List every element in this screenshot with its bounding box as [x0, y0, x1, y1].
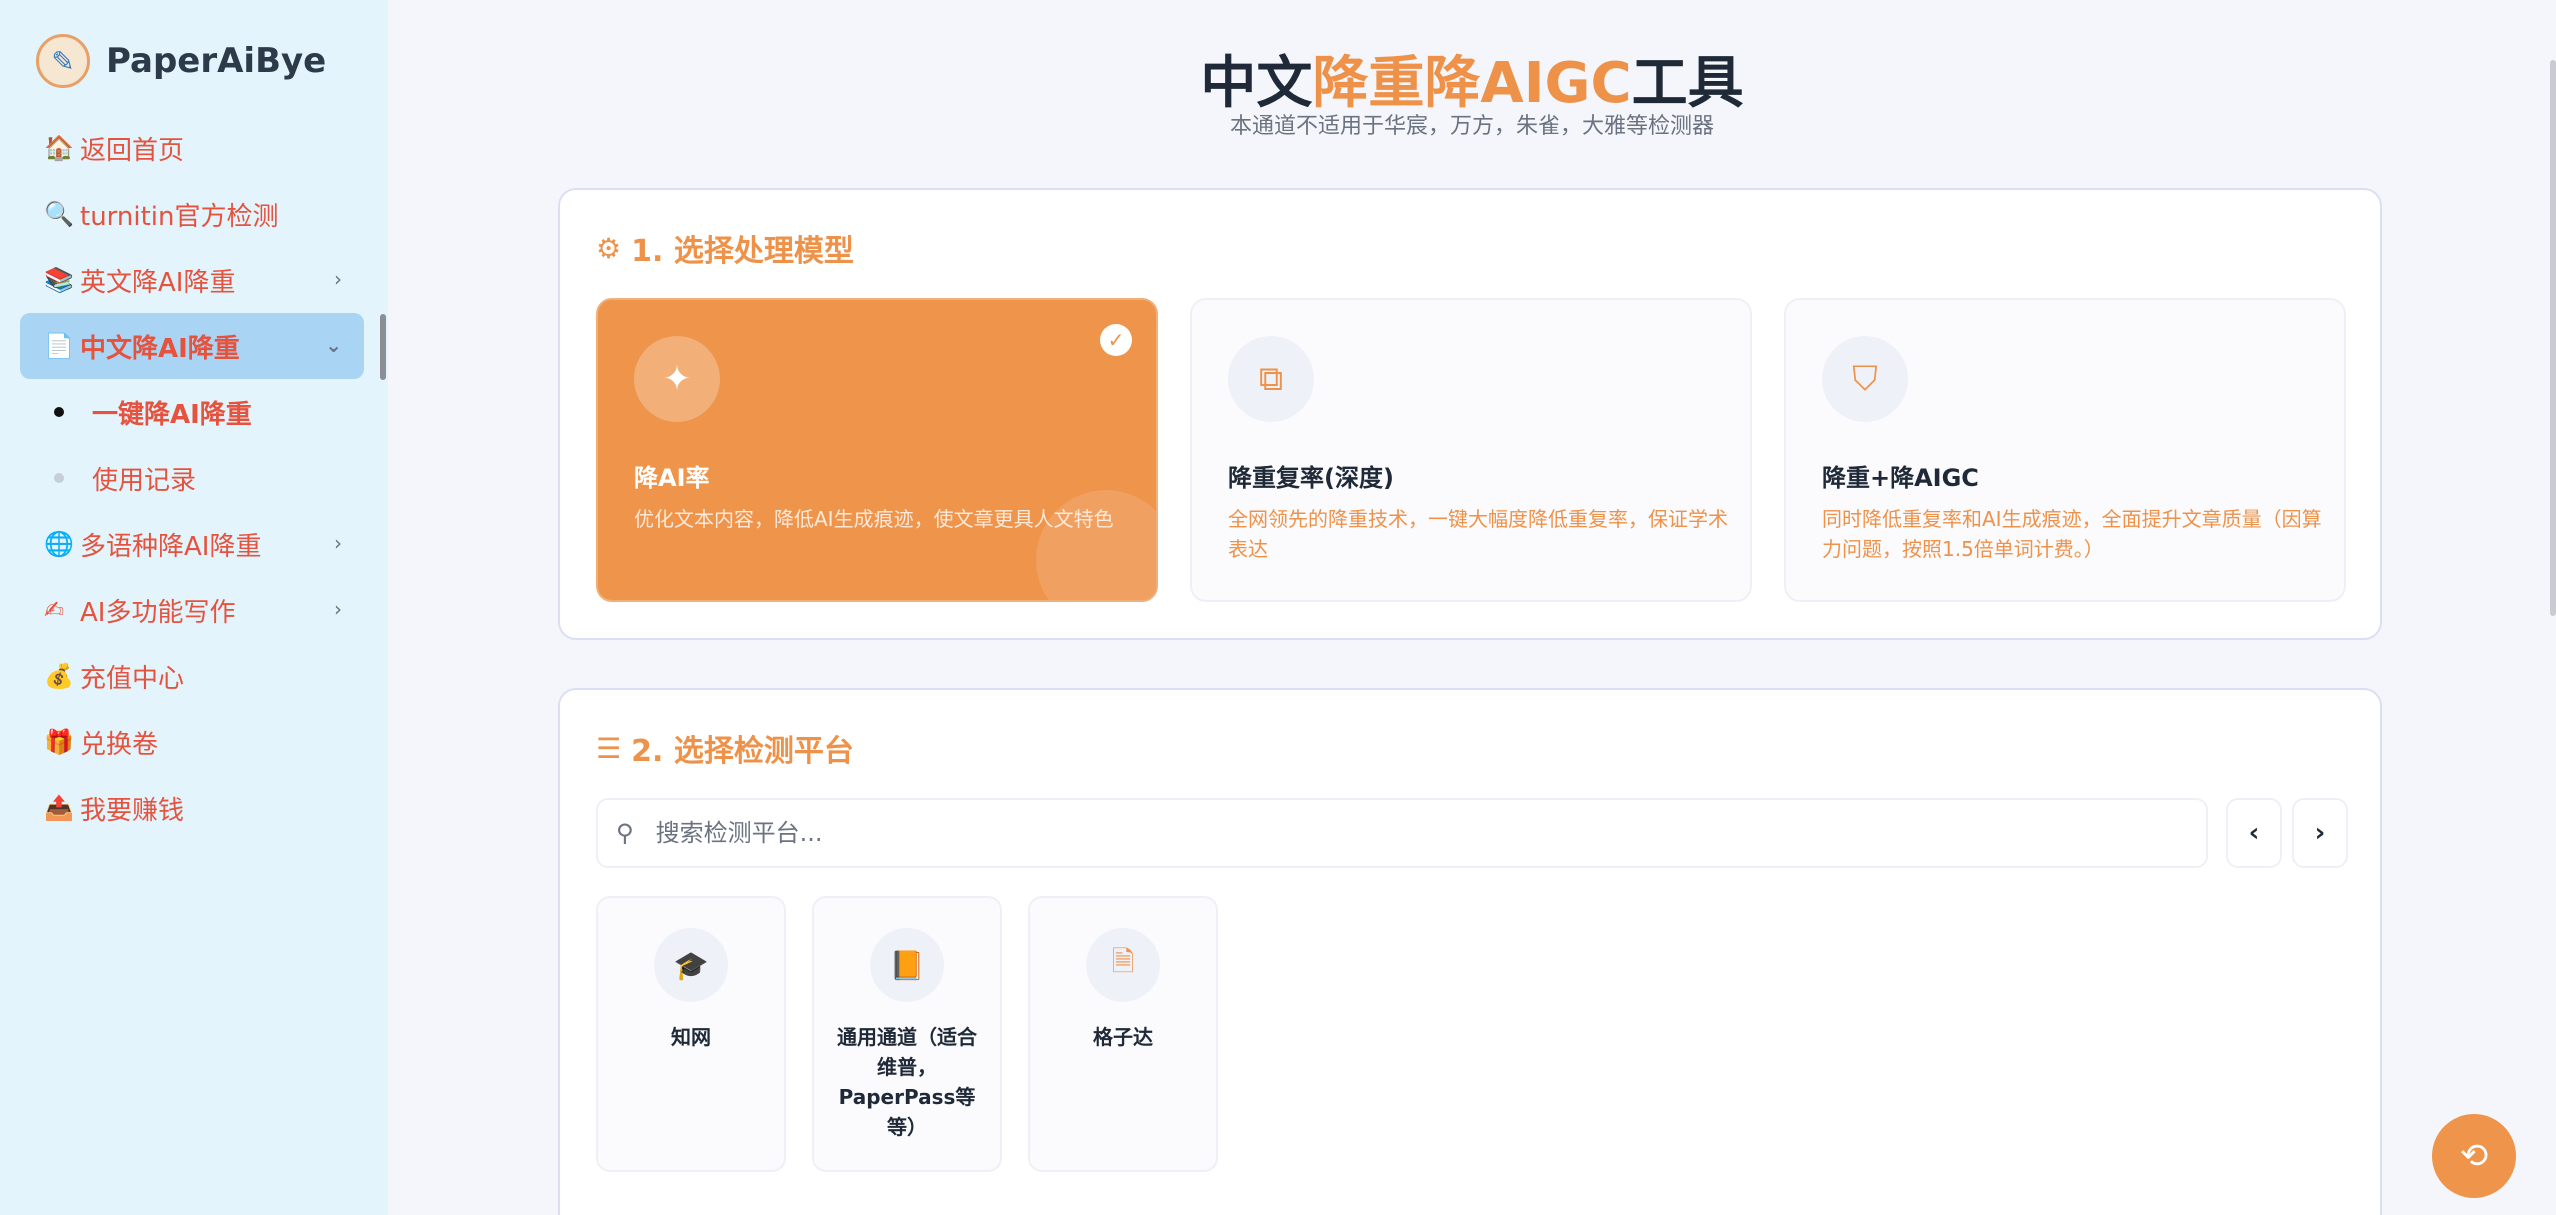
model-desc: 同时降低重复率和AI生成痕迹，全面提升文章质量（因算力问题，按照1.5倍单词计费… [1822, 507, 2322, 561]
chevron-right-icon: › [334, 531, 342, 555]
sidebar-item-ai-writing[interactable]: ✍ AI多功能写作 › [20, 577, 364, 643]
check-icon: ✓ [1100, 324, 1132, 356]
globe-icon: 🌐 [44, 530, 74, 558]
sidebar-item-label: 英文降AI降重 [80, 267, 236, 298]
bullet-icon [54, 473, 64, 483]
sidebar-item-voucher[interactable]: 🎁 兑换卷 [20, 709, 364, 775]
sidebar-item-recharge[interactable]: 💰 充值中心 [20, 643, 364, 709]
model-name: 降重复率(深度) [1228, 464, 1394, 492]
sidebar-item-english[interactable]: 📚 英文降AI降重 › [20, 247, 364, 313]
sidebar-item-chinese[interactable]: 📄 中文降AI降重 ⌄ [20, 313, 364, 379]
model-desc: 优化文本内容，降低AI生成痕迹，使文章更具人文特色 [634, 507, 1114, 531]
section-title: ☰ 2. 选择检测平台 [596, 726, 854, 770]
sidebar-item-multilang[interactable]: 🌐 多语种降AI降重 › [20, 511, 364, 577]
book-icon: 📙 [870, 928, 944, 1002]
next-button[interactable]: › [2292, 798, 2348, 868]
section-title-label: 1. 选择处理模型 [631, 234, 854, 269]
chevron-down-icon: ⌄ [325, 333, 342, 357]
platform-search[interactable]: ⚲ [596, 798, 2208, 868]
sidebar-item-label: 多语种降AI降重 [80, 531, 262, 562]
main-scrollbar[interactable] [2550, 60, 2556, 616]
sidebar-item-turnitin[interactable]: 🔍 turnitin官方检测 [20, 181, 364, 247]
shield-icon: ⛉ [1822, 336, 1908, 422]
sidebar: ✎ PaperAiBye 🏠 返回首页 🔍 turnitin官方检测 📚 英文降… [0, 0, 388, 1215]
page-subtitle: 本通道不适用于华宸，万方，朱雀，大雅等检测器 [1229, 114, 1714, 139]
platform-card-gezida[interactable]: 🗎 格子达 [1028, 896, 1218, 1172]
sidebar-subitem-one-click[interactable]: 一键降AI降重 [20, 379, 364, 445]
chevron-left-icon: ‹ [2248, 818, 2260, 848]
money-bag-icon: 💰 [44, 662, 74, 690]
model-name: 降重+降AIGC [1822, 464, 1979, 492]
sidebar-subitem-label: 一键降AI降重 [92, 399, 252, 430]
chevron-right-icon: › [334, 267, 342, 291]
model-section: ⚙ 1. 选择处理模型 ✦ ✓ 降AI率 优化文本内容，降低AI生成痕迹，使文章… [558, 188, 2382, 640]
gears-icon: ⚙ [596, 231, 622, 265]
sidebar-item-label: 返回首页 [80, 135, 185, 166]
sidebar-nav: 🏠 返回首页 🔍 turnitin官方检测 📚 英文降AI降重 › 📄 中文降A… [20, 115, 364, 841]
sidebar-item-label: turnitin官方检测 [80, 201, 279, 232]
model-desc: 全网领先的降重技术，一键大幅度降低重复率，保证学术表达 [1228, 507, 1728, 561]
sidebar-scrollbar[interactable] [380, 314, 386, 380]
history-icon: ⟲ [2459, 1136, 2489, 1176]
graduation-cap-icon: 🎓 [654, 928, 728, 1002]
section-title: ⚙ 1. 选择处理模型 [596, 226, 854, 270]
platform-card-cnki[interactable]: 🎓 知网 [596, 896, 786, 1172]
platform-name: 格子达 [1093, 1025, 1153, 1049]
model-card-reduce-both[interactable]: ⛉ 降重+降AIGC 同时降低重复率和AI生成痕迹，全面提升文章质量（因算力问题… [1784, 298, 2346, 602]
sidebar-item-label: AI多功能写作 [80, 597, 236, 628]
platform-card-general[interactable]: 📙 通用通道（适合维普，PaperPass等等） [812, 896, 1002, 1172]
sidebar-subitem-label: 使用记录 [92, 465, 197, 496]
chevron-right-icon: › [334, 597, 342, 621]
sidebar-item-earn[interactable]: 📤 我要赚钱 [20, 775, 364, 841]
model-card-reduce-ai[interactable]: ✦ ✓ 降AI率 优化文本内容，降低AI生成痕迹，使文章更具人文特色 [596, 298, 1158, 602]
house-icon: 🏠 [44, 134, 74, 162]
magnifier-icon: 🔍 [44, 200, 74, 228]
title-prefix: 中文 [1200, 51, 1313, 116]
sidebar-item-label: 充值中心 [80, 663, 185, 694]
model-card-reduce-dup[interactable]: ⧉ 降重复率(深度) 全网领先的降重技术，一键大幅度降低重复率，保证学术表达 [1190, 298, 1752, 602]
books-icon: 📚 [44, 266, 74, 294]
document-icon: 📄 [44, 332, 74, 360]
sidebar-item-home[interactable]: 🏠 返回首页 [20, 115, 364, 181]
file-icon: 🗎 [1086, 928, 1160, 1002]
bullet-icon [54, 407, 64, 417]
sidebar-subitem-history[interactable]: 使用记录 [20, 445, 364, 511]
copy-icon: ⧉ [1228, 336, 1314, 422]
gift-icon: 🎁 [44, 728, 74, 756]
model-name: 降AI率 [634, 464, 710, 492]
magic-wand-icon: ✦ [634, 336, 720, 422]
chevron-right-icon: › [2314, 818, 2326, 848]
prev-button[interactable]: ‹ [2226, 798, 2282, 868]
writing-hand-icon: ✍ [44, 596, 65, 624]
title-suffix: 工具 [1631, 51, 1744, 116]
page-title: 中文降重降AIGC工具 [388, 38, 2556, 119]
section-title-label: 2. 选择检测平台 [631, 734, 854, 769]
brand[interactable]: ✎ PaperAiBye [36, 34, 326, 88]
sidebar-item-label: 兑换卷 [80, 729, 159, 760]
platform-name: 知网 [671, 1025, 711, 1049]
platform-name: 通用通道（适合维普，PaperPass等等） [837, 1025, 977, 1139]
platform-section: ☰ 2. 选择检测平台 ⚲ ‹ › 🎓 知网 📙 通用通道（适合维普，Paper… [558, 688, 2382, 1215]
sidebar-item-label: 我要赚钱 [80, 795, 185, 826]
brand-logo-icon: ✎ [36, 34, 90, 88]
history-fab-button[interactable]: ⟲ [2432, 1114, 2516, 1198]
outbox-icon: 📤 [44, 794, 74, 822]
title-accent: 降重降AIGC [1312, 51, 1632, 116]
database-icon: ☰ [596, 731, 622, 765]
brand-name: PaperAiBye [106, 41, 327, 81]
search-icon: ⚲ [616, 819, 634, 847]
sidebar-item-label: 中文降AI降重 [80, 333, 240, 364]
platform-search-input[interactable] [655, 819, 2156, 847]
